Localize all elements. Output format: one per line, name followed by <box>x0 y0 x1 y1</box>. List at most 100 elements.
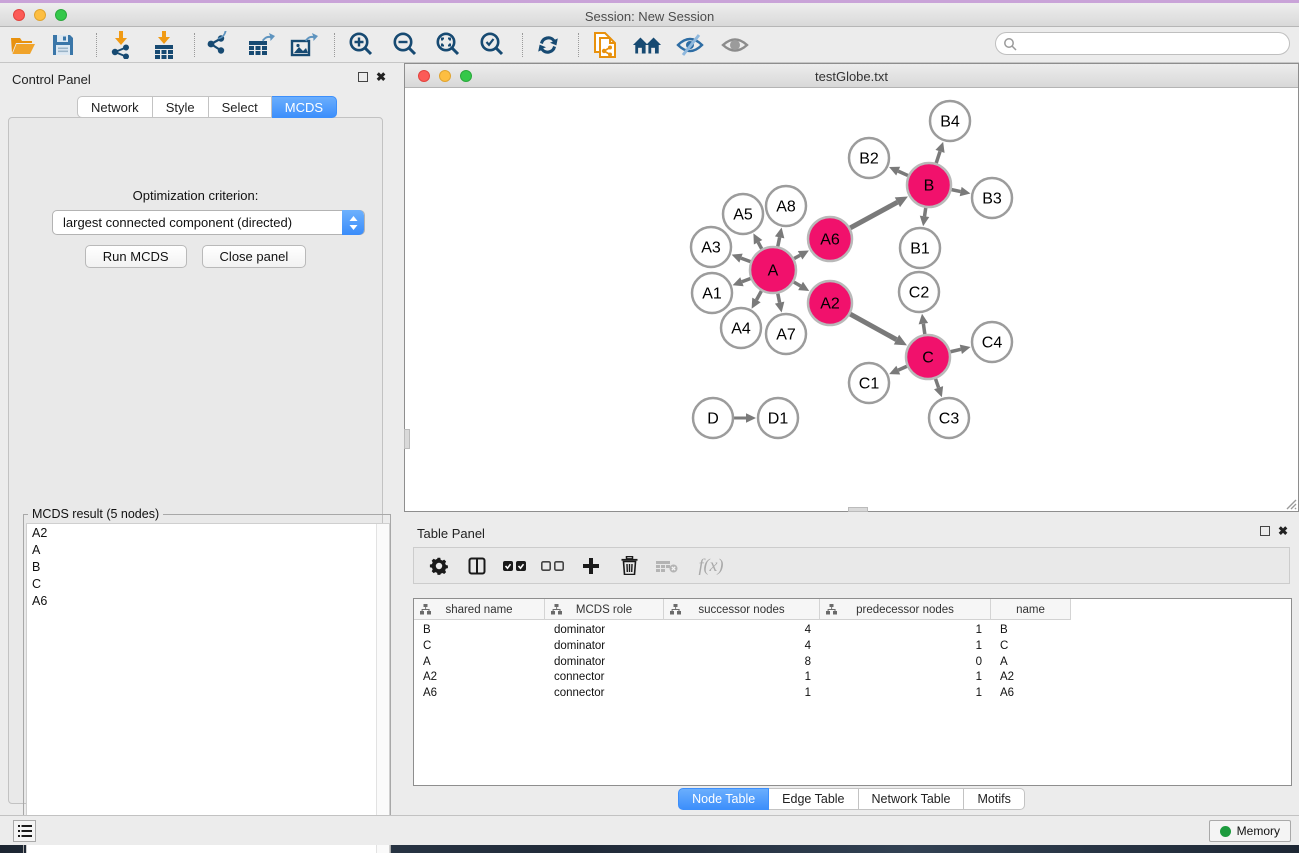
graph-node-A5[interactable]: A5 <box>723 194 763 234</box>
memory-button[interactable]: Memory <box>1209 820 1291 842</box>
tab-mcds[interactable]: MCDS <box>272 96 337 118</box>
bottom-splitter-handle[interactable] <box>848 507 868 512</box>
edge-C-C1[interactable] <box>898 366 907 370</box>
export-image-icon[interactable] <box>289 31 319 59</box>
graph-node-C4[interactable]: C4 <box>972 322 1012 362</box>
edge-A-A6[interactable] <box>794 255 800 258</box>
zoom-selected-icon[interactable] <box>477 31 507 59</box>
search-input[interactable] <box>1022 37 1289 51</box>
graph-node-A7[interactable]: A7 <box>766 314 806 354</box>
edge-B-B4[interactable] <box>936 151 940 163</box>
column-header-shared-name[interactable]: shared name <box>414 599 545 620</box>
column-header-successor-nodes[interactable]: successor nodes <box>664 599 820 620</box>
edge-A-A2[interactable] <box>794 282 801 286</box>
close-panel-icon[interactable]: ✖ <box>376 71 386 83</box>
graph-node-D1[interactable]: D1 <box>758 398 798 438</box>
session-from-network-icon[interactable] <box>590 31 620 59</box>
graph-node-A8[interactable]: A8 <box>766 186 806 226</box>
network-graph-canvas[interactable]: B4B2BB3A8A5A6B1A3AA1C2A2A4A7C4CC1C3DD1 <box>405 88 1298 511</box>
zoom-out-icon[interactable] <box>390 31 420 59</box>
close-table-panel-icon[interactable]: ✖ <box>1278 525 1288 537</box>
table-row[interactable]: A2connector11A2 <box>414 669 1071 685</box>
graph-node-B1[interactable]: B1 <box>900 228 940 268</box>
deselect-all-checkboxes-icon[interactable] <box>540 553 566 579</box>
edge-A-A5[interactable] <box>758 242 762 249</box>
task-history-button[interactable] <box>13 820 36 842</box>
function-builder-icon[interactable]: f(x) <box>692 553 730 579</box>
result-item[interactable]: B <box>27 558 389 575</box>
edge-C-C3[interactable] <box>935 379 938 388</box>
result-item[interactable]: A <box>27 541 389 558</box>
column-header-name[interactable]: name <box>991 599 1071 620</box>
table-row[interactable]: Cdominator41C <box>414 638 1071 654</box>
graph-node-B2[interactable]: B2 <box>849 138 889 178</box>
cell-name[interactable]: A <box>991 654 1071 670</box>
import-network-icon[interactable] <box>105 31 135 59</box>
tab-select[interactable]: Select <box>209 96 272 118</box>
cell-predecessor-nodes[interactable]: 1 <box>820 622 991 638</box>
graph-node-B4[interactable]: B4 <box>930 101 970 141</box>
graph-node-A4[interactable]: A4 <box>721 308 761 348</box>
tab-style[interactable]: Style <box>153 96 209 118</box>
table-row[interactable]: A6connector11A6 <box>414 685 1071 701</box>
cell-successor-nodes[interactable]: 1 <box>664 685 820 701</box>
cell-shared-name[interactable]: A6 <box>414 685 545 701</box>
open-file-icon[interactable] <box>8 31 38 59</box>
cell-predecessor-nodes[interactable]: 1 <box>820 685 991 701</box>
cell-predecessor-nodes[interactable]: 0 <box>820 654 991 670</box>
graph-node-B[interactable]: B <box>907 163 951 207</box>
select-all-checkboxes-icon[interactable] <box>502 553 528 579</box>
cell-predecessor-nodes[interactable]: 1 <box>820 638 991 654</box>
graph-node-A1[interactable]: A1 <box>692 273 732 313</box>
graph-node-A3[interactable]: A3 <box>691 227 731 267</box>
cell-shared-name[interactable]: A2 <box>414 669 545 685</box>
save-session-icon[interactable] <box>48 31 78 59</box>
mcds-result-list[interactable]: A2ABCA6 <box>26 523 390 853</box>
cell-name[interactable]: B <box>991 622 1071 638</box>
cell-successor-nodes[interactable]: 1 <box>664 669 820 685</box>
table-row[interactable]: Adominator80A <box>414 654 1071 670</box>
split-columns-icon[interactable] <box>464 553 490 579</box>
gear-icon[interactable] <box>426 553 452 579</box>
edge-B-B2[interactable] <box>898 171 908 175</box>
home-icon[interactable] <box>632 31 662 59</box>
tab-network-table[interactable]: Network Table <box>859 788 965 810</box>
cell-MCDS-role[interactable]: dominator <box>545 654 664 670</box>
graph-node-D[interactable]: D <box>693 398 733 438</box>
cell-successor-nodes[interactable]: 4 <box>664 638 820 654</box>
delete-table-icon[interactable] <box>654 553 680 579</box>
left-splitter-handle[interactable] <box>404 429 410 449</box>
cell-name[interactable]: A6 <box>991 685 1071 701</box>
edge-C-C4[interactable] <box>950 349 960 351</box>
cell-MCDS-role[interactable]: connector <box>545 669 664 685</box>
cell-predecessor-nodes[interactable]: 1 <box>820 669 991 685</box>
cell-MCDS-role[interactable]: connector <box>545 685 664 701</box>
zoom-fit-icon[interactable] <box>433 31 463 59</box>
hide-panels-eye-icon[interactable] <box>675 31 705 59</box>
add-column-icon[interactable] <box>578 553 604 579</box>
column-header-MCDS-role[interactable]: MCDS role <box>545 599 664 620</box>
delete-column-trash-icon[interactable] <box>616 553 642 579</box>
node-table[interactable]: shared nameMCDS rolesuccessor nodesprede… <box>413 598 1292 786</box>
zoom-in-icon[interactable] <box>346 31 376 59</box>
edge-A-A3[interactable] <box>741 258 750 262</box>
show-panels-eye-icon[interactable] <box>720 31 750 59</box>
float-table-panel-icon[interactable] <box>1260 526 1270 538</box>
graph-node-A[interactable]: A <box>750 247 796 293</box>
cell-successor-nodes[interactable]: 8 <box>664 654 820 670</box>
close-panel-button[interactable]: Close panel <box>202 245 307 268</box>
edge-A2-C[interactable] <box>850 314 896 340</box>
tab-edge-table[interactable]: Edge Table <box>769 788 858 810</box>
export-table-icon[interactable] <box>246 31 276 59</box>
float-panel-icon[interactable] <box>358 72 368 84</box>
edge-B-B3[interactable] <box>952 190 961 192</box>
edge-C-C2[interactable] <box>923 324 924 335</box>
edge-A-A1[interactable] <box>742 278 751 281</box>
result-item[interactable]: C <box>27 575 389 592</box>
edge-A-A8[interactable] <box>778 237 780 246</box>
edge-A-A4[interactable] <box>756 291 761 300</box>
run-mcds-button[interactable]: Run MCDS <box>85 245 187 268</box>
resize-grip-icon[interactable] <box>1283 496 1297 510</box>
cell-successor-nodes[interactable]: 4 <box>664 622 820 638</box>
graph-node-B3[interactable]: B3 <box>972 178 1012 218</box>
